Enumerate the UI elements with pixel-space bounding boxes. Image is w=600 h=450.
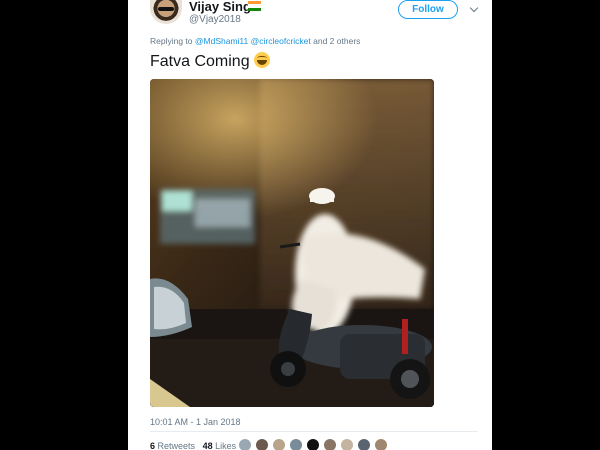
tweet-text: Fatva Coming xyxy=(150,52,270,72)
tweet-photo[interactable] xyxy=(150,79,434,407)
tweet-timestamp[interactable]: 10:01 AM - 1 Jan 2018 xyxy=(150,417,241,427)
grinning-face-emoji-icon xyxy=(253,52,270,68)
reply-prefix: Replying to xyxy=(150,36,193,46)
liker-avatar[interactable] xyxy=(323,438,337,450)
photo-scooter-rider xyxy=(150,79,434,407)
liker-avatar[interactable] xyxy=(289,438,303,450)
sunglasses-icon xyxy=(158,7,174,11)
liker-avatar[interactable] xyxy=(357,438,371,450)
tweet-text-content: Fatva Coming xyxy=(150,53,250,70)
india-flag-icon xyxy=(248,1,261,11)
retweet-count[interactable]: 6 xyxy=(150,441,155,450)
liker-avatar[interactable] xyxy=(306,438,320,450)
mention-link[interactable]: @MdShami11 xyxy=(195,36,248,46)
divider xyxy=(150,431,478,432)
chevron-down-icon[interactable] xyxy=(469,3,479,13)
avatar[interactable] xyxy=(150,0,182,24)
liker-avatar[interactable] xyxy=(272,438,286,450)
liker-avatar[interactable] xyxy=(374,438,388,450)
author-handle[interactable]: @Vjay2018 xyxy=(189,14,241,25)
mention-link[interactable]: @circleofcricket xyxy=(251,36,311,46)
follow-button[interactable]: Follow xyxy=(398,0,458,19)
liker-avatar[interactable] xyxy=(340,438,354,450)
reply-suffix[interactable]: and 2 others xyxy=(313,36,360,46)
tweet-stats: 6 Retweets 48 Likes xyxy=(150,441,236,450)
liker-avatar[interactable] xyxy=(238,438,252,450)
tweet-card: Vijay Singh @Vjay2018 Follow Replying to… xyxy=(128,0,492,450)
liker-avatar[interactable] xyxy=(255,438,269,450)
like-count[interactable]: 48 xyxy=(203,441,213,450)
liker-avatars xyxy=(238,438,388,450)
retweets-label[interactable]: Retweets xyxy=(158,441,196,450)
likes-label[interactable]: Likes xyxy=(215,441,236,450)
reply-context: Replying to @MdShami11 @circleofcricket … xyxy=(150,36,360,46)
